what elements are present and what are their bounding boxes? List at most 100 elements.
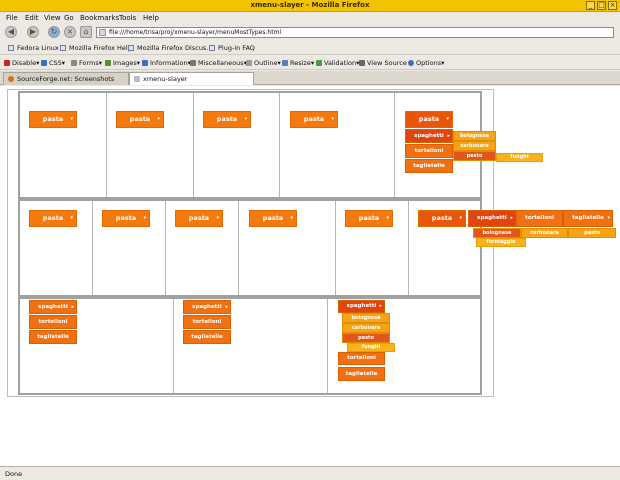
funghi-menu-item[interactable]: funghi <box>347 343 395 352</box>
tortelloni-menu-item[interactable]: tortelloni <box>516 210 563 227</box>
dev-validation[interactable]: Validation▾ <box>316 59 359 67</box>
dev-information[interactable]: Information▾ <box>142 59 191 67</box>
pesto-menu-item[interactable]: pesto <box>568 228 616 238</box>
spaghetti-menu-item[interactable]: spaghetti ▸ <box>29 300 77 314</box>
bookmark-firefox-help[interactable]: Mozilla Firefox Help <box>60 44 132 52</box>
dev-css[interactable]: CSS▾ <box>41 59 65 67</box>
menu-file[interactable]: File <box>6 14 18 22</box>
tagliatelle-menu-item[interactable]: tagliatelle <box>338 367 385 381</box>
column-divider <box>193 93 194 197</box>
tab-xmenu-slayer[interactable]: xmenu-slayer <box>129 72 254 85</box>
tagliatelle-menu-item[interactable]: tagliatelle <box>183 330 231 344</box>
page-icon <box>99 29 106 36</box>
chevron-down-icon: ▾ <box>216 215 219 221</box>
chevron-down-icon: ▾ <box>143 215 146 221</box>
tagliatelle-menu-item[interactable]: tagliatelle <box>29 330 77 344</box>
column-divider <box>165 201 166 295</box>
spaghetti-menu-item[interactable]: spaghetti ▸ <box>338 300 385 313</box>
column-divider <box>106 93 107 197</box>
menu-bar: File Edit View Go Bookmarks Tools Help <box>0 12 620 24</box>
bookmark-fedora[interactable]: Fedora Linux <box>8 44 59 52</box>
chevron-down-icon: ▾ <box>157 116 160 122</box>
carbonara-menu-item[interactable]: carbonara <box>342 323 390 333</box>
menu-view[interactable]: View <box>44 14 61 22</box>
status-text: Done <box>5 470 23 478</box>
webdev-toolbar: Disable▾ CSS▾ Forms▾ Images▾ Information… <box>0 56 620 70</box>
dev-view-source[interactable]: View Source <box>359 59 407 67</box>
view-source-icon <box>359 60 365 66</box>
url-text: file:///home/trisa/proj/xmenu-slayer/men… <box>109 29 282 36</box>
status-bar: Done <box>0 466 620 480</box>
menu-edit[interactable]: Edit <box>25 14 39 22</box>
pasta-menu-button[interactable]: pasta ▾ <box>102 210 150 227</box>
dev-images[interactable]: Images▾ <box>105 59 140 67</box>
spaghetti-menu-item[interactable]: spaghetti ▸ <box>183 300 231 314</box>
bolognese-menu-item[interactable]: bolognese <box>453 131 496 141</box>
menu-tools[interactable]: Tools <box>119 14 136 22</box>
back-icon[interactable]: ◀ <box>5 26 17 38</box>
home-icon[interactable]: ⌂ <box>80 26 92 38</box>
tagliatelle-menu-item[interactable]: tagliatelle <box>405 159 453 173</box>
menu-row-3 <box>18 297 482 395</box>
sourceforge-icon <box>8 76 14 82</box>
window-titlebar: xmenu-slayer - Mozilla Firefox _ □ × <box>0 0 620 12</box>
menu-go[interactable]: Go <box>64 14 74 22</box>
carbonara-menu-item[interactable]: carbonara <box>521 228 568 238</box>
column-divider <box>279 93 280 197</box>
spaghetti-menu-item[interactable]: spaghetti ▸ <box>468 210 516 227</box>
spaghetti-menu-item[interactable]: spaghetti ▸ <box>405 129 453 143</box>
dev-forms[interactable]: Forms▾ <box>71 59 102 67</box>
pasta-menu-button[interactable]: pasta ▾ <box>290 111 338 128</box>
chevron-down-icon: ▾ <box>607 215 610 221</box>
tagliatelle-menu-item[interactable]: tagliatelle ▾ <box>563 210 613 227</box>
pesto-menu-item[interactable]: pesto <box>342 333 390 343</box>
chevron-down-icon: ▾ <box>331 116 334 122</box>
column-divider <box>394 93 395 197</box>
dev-resize[interactable]: Resize▾ <box>282 59 314 67</box>
dev-options[interactable]: Options▾ <box>408 59 444 67</box>
tortelloni-menu-item[interactable]: tortelloni <box>29 315 77 329</box>
pesto-menu-item[interactable]: pesto <box>453 151 496 161</box>
tortelloni-menu-item[interactable]: tortelloni <box>405 144 453 158</box>
chevron-right-icon: ▸ <box>447 133 450 139</box>
formaggio-menu-item[interactable]: formaggio <box>476 238 526 247</box>
bookmark-plugin-faq[interactable]: Plug-in FAQ <box>209 44 255 52</box>
tortelloni-menu-item[interactable]: tortelloni <box>338 352 385 365</box>
images-icon <box>105 60 111 66</box>
options-icon <box>408 60 414 66</box>
tortelloni-menu-item[interactable]: tortelloni <box>183 315 231 329</box>
pasta-menu-button[interactable]: pasta ▾ <box>116 111 164 128</box>
bolognese-menu-item[interactable]: bolognese <box>342 313 390 323</box>
pasta-menu-button[interactable]: pasta ▾ <box>345 210 393 227</box>
dev-miscellaneous[interactable]: Miscellaneous▾ <box>190 59 247 67</box>
pasta-menu-button[interactable]: pasta ▾ <box>29 111 77 128</box>
column-divider <box>408 201 409 295</box>
menu-bookmarks[interactable]: Bookmarks <box>80 14 119 22</box>
carbonara-menu-item[interactable]: carbonara <box>453 141 496 151</box>
chevron-down-icon: ▾ <box>446 116 449 122</box>
maximize-icon[interactable]: □ <box>597 1 606 10</box>
tab-sourceforge[interactable]: SourceForge.net: Screenshots <box>3 72 129 85</box>
menu-help[interactable]: Help <box>143 14 159 22</box>
pasta-menu-button[interactable]: pasta ▾ <box>29 210 77 227</box>
disable-icon <box>4 60 10 66</box>
bookmark-icon <box>8 45 14 51</box>
forward-icon[interactable]: ▶ <box>27 26 39 38</box>
dev-outline[interactable]: Outline▾ <box>246 59 281 67</box>
tab-strip: SourceForge.net: Screenshots xmenu-slaye… <box>0 71 620 85</box>
pasta-menu-button[interactable]: pasta ▾ <box>203 111 251 128</box>
minimize-icon[interactable]: _ <box>586 1 595 10</box>
pasta-menu-button[interactable]: pasta ▾ <box>175 210 223 227</box>
bookmark-firefox-discuss[interactable]: Mozilla Firefox Discus... <box>128 44 213 52</box>
pasta-menu-button[interactable]: pasta ▾ <box>405 111 453 128</box>
stop-icon[interactable]: × <box>64 26 76 38</box>
bolognese-menu-item[interactable]: bolognese <box>473 228 521 238</box>
reload-icon[interactable]: ↻ <box>48 26 60 38</box>
pasta-menu-button[interactable]: pasta ▾ <box>249 210 297 227</box>
pasta-menu-button[interactable]: pasta ▾ <box>418 210 466 227</box>
url-bar[interactable]: file:///home/trisa/proj/xmenu-slayer/men… <box>96 27 614 38</box>
css-icon <box>41 60 47 66</box>
close-icon[interactable]: × <box>608 1 617 10</box>
funghi-menu-item[interactable]: funghi <box>496 153 543 162</box>
dev-disable[interactable]: Disable▾ <box>4 59 39 67</box>
